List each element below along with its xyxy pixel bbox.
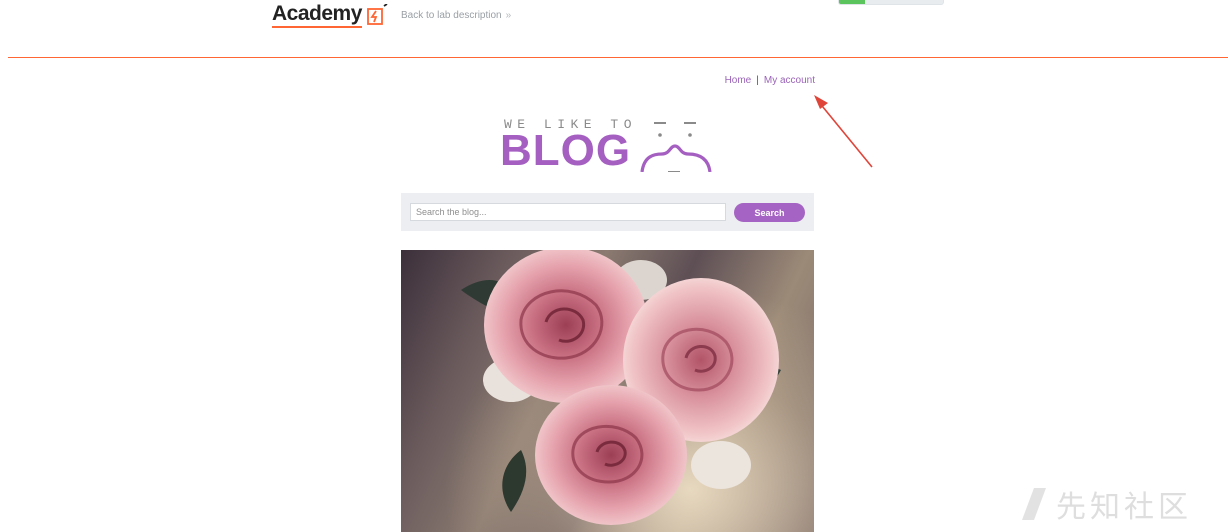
blog-logo-title: BLOG (500, 126, 632, 175)
nav-my-account-link[interactable]: My account (764, 75, 815, 86)
nav-home-link[interactable]: Home (725, 75, 752, 86)
roses-photo-icon (461, 250, 781, 525)
page: Academy Back to lab description » Home | M… (0, 0, 1228, 532)
lab-status-indicator (838, 0, 944, 5)
watermark-logo-icon (1022, 488, 1046, 520)
watermark: 先知社区 (1018, 484, 1192, 525)
blog-logo: WE LIKE TO BLOG (500, 112, 720, 176)
red-arrow-icon (814, 95, 873, 168)
header-divider (8, 57, 1228, 58)
watermark-text: 先知社区 (1056, 490, 1192, 525)
search-bar: Search (401, 193, 814, 231)
academy-lightning-icon (366, 4, 388, 25)
back-link-label: Back to lab description (401, 10, 502, 21)
post-image[interactable] (401, 250, 814, 532)
double-chevron-right-icon: » (505, 10, 512, 21)
academy-logo[interactable]: Academy (272, 2, 390, 28)
blog-nav: Home | My account (700, 75, 815, 86)
search-button[interactable]: Search (734, 203, 805, 222)
nav-separator: | (756, 75, 759, 86)
back-to-lab-description-link[interactable]: Back to lab description » (401, 10, 511, 21)
curly-brace-face-icon (640, 122, 712, 172)
academy-logo-text: Academy (272, 2, 362, 28)
search-input[interactable] (410, 203, 726, 221)
